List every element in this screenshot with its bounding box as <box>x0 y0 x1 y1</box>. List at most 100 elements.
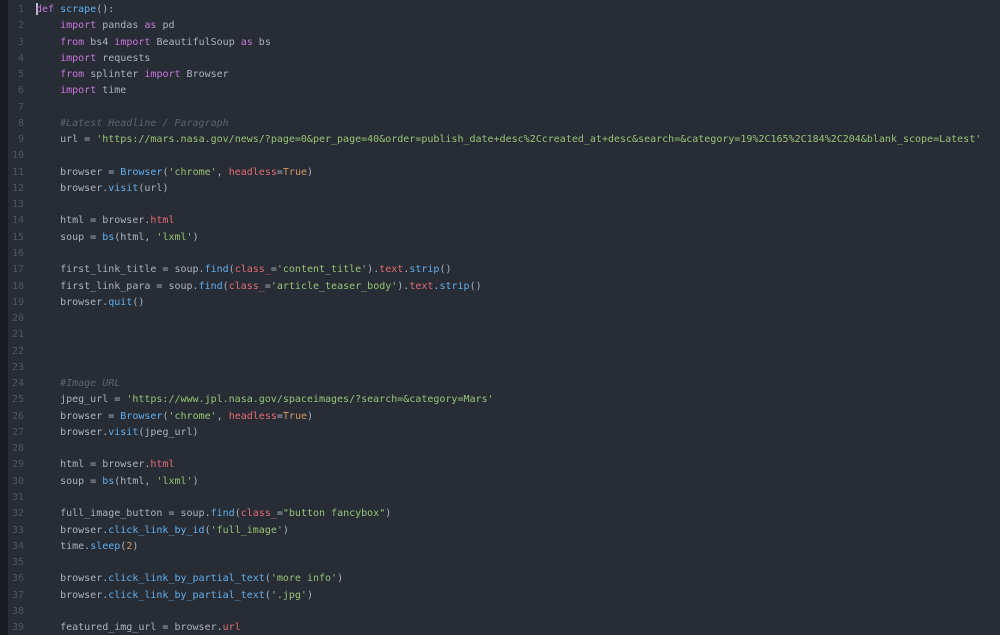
code-token: ) <box>192 231 199 243</box>
code-token: 'https://www.jpl.nasa.gov/spaceimages/?s… <box>126 394 494 406</box>
code-token: find <box>210 508 235 520</box>
code-line[interactable]: 8 #Latest Headline / Paragraph <box>0 116 1000 132</box>
code-token: 'chrome' <box>168 410 217 422</box>
code-line[interactable]: 30 soup = bs(html, 'lxml') <box>0 474 1000 490</box>
code-area[interactable]: 1 def scrape(): 2 import pandas as pd 3 fro… <box>0 0 1000 635</box>
code-line[interactable]: 27 browser.visit(jpeg_url) <box>0 425 1000 441</box>
code-line[interactable]: 18 first_link_para = soup.find(class_='a… <box>0 279 1000 295</box>
code-line[interactable]: 13 <box>0 197 1000 213</box>
code-token: ) <box>282 524 289 536</box>
code-token: quit <box>108 296 133 308</box>
code-line[interactable]: 14 html = browser.html <box>0 213 1000 229</box>
code-line[interactable]: 37 browser.click_link_by_partial_text('.… <box>0 588 1000 604</box>
code-token: as <box>240 36 253 48</box>
code-token: #Image URL <box>36 378 121 390</box>
code-line[interactable]: 20 <box>0 311 1000 327</box>
code-token: browser. <box>36 524 109 536</box>
code-line[interactable]: 26 browser = Browser('chrome', headless=… <box>0 409 1000 425</box>
code-editor[interactable]: 1 def scrape(): 2 import pandas as pd 3 fro… <box>0 0 1000 635</box>
code-line[interactable]: 6 import time <box>0 83 1000 99</box>
code-text: browser = Browser('chrome', headless=Tru… <box>24 409 313 425</box>
code-line[interactable]: 5 from splinter import Browser <box>0 67 1000 83</box>
code-token: featured_img_url = browser. <box>36 622 223 634</box>
code-token: #Latest Headline / Paragraph <box>36 117 229 129</box>
code-text: soup = bs(html, 'lxml') <box>24 474 199 490</box>
code-line[interactable]: 15 soup = bs(html, 'lxml') <box>0 230 1000 246</box>
code-token: full_image_button = soup. <box>36 508 211 520</box>
code-token: (html, <box>114 475 157 487</box>
code-token: True <box>282 166 307 178</box>
code-token: () <box>469 280 482 292</box>
code-line[interactable]: 25 jpeg_url = 'https://www.jpl.nasa.gov/… <box>0 392 1000 408</box>
code-token: visit <box>108 182 139 194</box>
code-token: class_ <box>240 508 277 520</box>
code-token: jpeg_url = <box>36 394 127 406</box>
code-token: soup = <box>36 231 103 243</box>
code-token: visit <box>108 426 139 438</box>
code-token: 'chrome' <box>168 166 217 178</box>
code-line[interactable]: 7 <box>0 100 1000 116</box>
code-token: browser. <box>36 426 109 438</box>
code-text: time.sleep(2) <box>24 539 138 555</box>
code-line[interactable]: 12 browser.visit(url) <box>0 181 1000 197</box>
code-line[interactable]: 28 <box>0 441 1000 457</box>
code-line[interactable]: 33 browser.click_link_by_id('full_image'… <box>0 523 1000 539</box>
code-token: time <box>96 85 127 97</box>
code-token: ) <box>132 540 139 552</box>
code-token: pandas <box>96 20 145 32</box>
code-line[interactable]: 1 def scrape(): <box>0 2 1000 18</box>
code-text: #Image URL <box>24 376 120 392</box>
code-token: import <box>114 36 151 48</box>
code-token: strip <box>409 264 440 276</box>
code-line[interactable]: 11 browser = Browser('chrome', headless=… <box>0 165 1000 181</box>
code-line[interactable]: 32 full_image_button = soup.find(class_=… <box>0 506 1000 522</box>
code-token: time. <box>36 540 91 552</box>
code-line[interactable]: 22 <box>0 344 1000 360</box>
code-line[interactable]: 36 browser.click_link_by_partial_text('m… <box>0 571 1000 587</box>
code-text: browser.visit(jpeg_url) <box>24 425 199 441</box>
code-line[interactable]: 23 <box>0 360 1000 376</box>
code-line[interactable]: 16 <box>0 246 1000 262</box>
code-token: bs <box>102 475 115 487</box>
code-text: first_link_title = soup.find(class_='con… <box>24 262 452 278</box>
code-token: text <box>409 280 434 292</box>
code-line[interactable]: 3 from bs4 import BeautifulSoup as bs <box>0 35 1000 51</box>
code-token: (html, <box>114 231 157 243</box>
code-line[interactable]: 21 <box>0 327 1000 343</box>
code-text: featured_img_url = browser.url <box>24 620 241 635</box>
code-token: BeautifulSoup <box>150 36 241 48</box>
code-token: headless <box>228 410 277 422</box>
code-line[interactable]: 34 time.sleep(2) <box>0 539 1000 555</box>
code-text: url = 'https://mars.nasa.gov/news/?page=… <box>24 132 981 148</box>
code-token: browser. <box>36 296 109 308</box>
code-token: requests <box>96 52 151 64</box>
code-line[interactable]: 17 first_link_title = soup.find(class_='… <box>0 262 1000 278</box>
code-text: first_link_para = soup.find(class_='arti… <box>24 279 482 295</box>
code-line[interactable]: 4 import requests <box>0 51 1000 67</box>
code-token: (): <box>96 4 115 15</box>
code-line[interactable]: 9 url = 'https://mars.nasa.gov/news/?pag… <box>0 132 1000 148</box>
code-line[interactable]: 38 <box>0 604 1000 620</box>
code-line[interactable]: 31 <box>0 490 1000 506</box>
code-token: browser. <box>36 573 109 585</box>
code-text: def scrape(): <box>24 2 114 18</box>
code-token: find <box>204 264 229 276</box>
code-line[interactable]: 39 featured_img_url = browser.url <box>0 620 1000 635</box>
code-line[interactable]: 29 html = browser.html <box>0 457 1000 473</box>
code-token: bs4 <box>84 36 115 48</box>
code-line[interactable]: 24 #Image URL <box>0 376 1000 392</box>
code-token: () <box>132 296 145 308</box>
code-token: click_link_by_id <box>108 524 205 536</box>
code-token: click_link_by_partial_text <box>108 573 265 585</box>
code-line[interactable]: 10 <box>0 148 1000 164</box>
code-token: () <box>439 264 452 276</box>
code-line[interactable]: 35 <box>0 555 1000 571</box>
code-line[interactable]: 19 browser.quit() <box>0 295 1000 311</box>
code-line[interactable]: 2 import pandas as pd <box>0 18 1000 34</box>
code-text: browser.click_link_by_partial_text('.jpg… <box>24 588 313 604</box>
